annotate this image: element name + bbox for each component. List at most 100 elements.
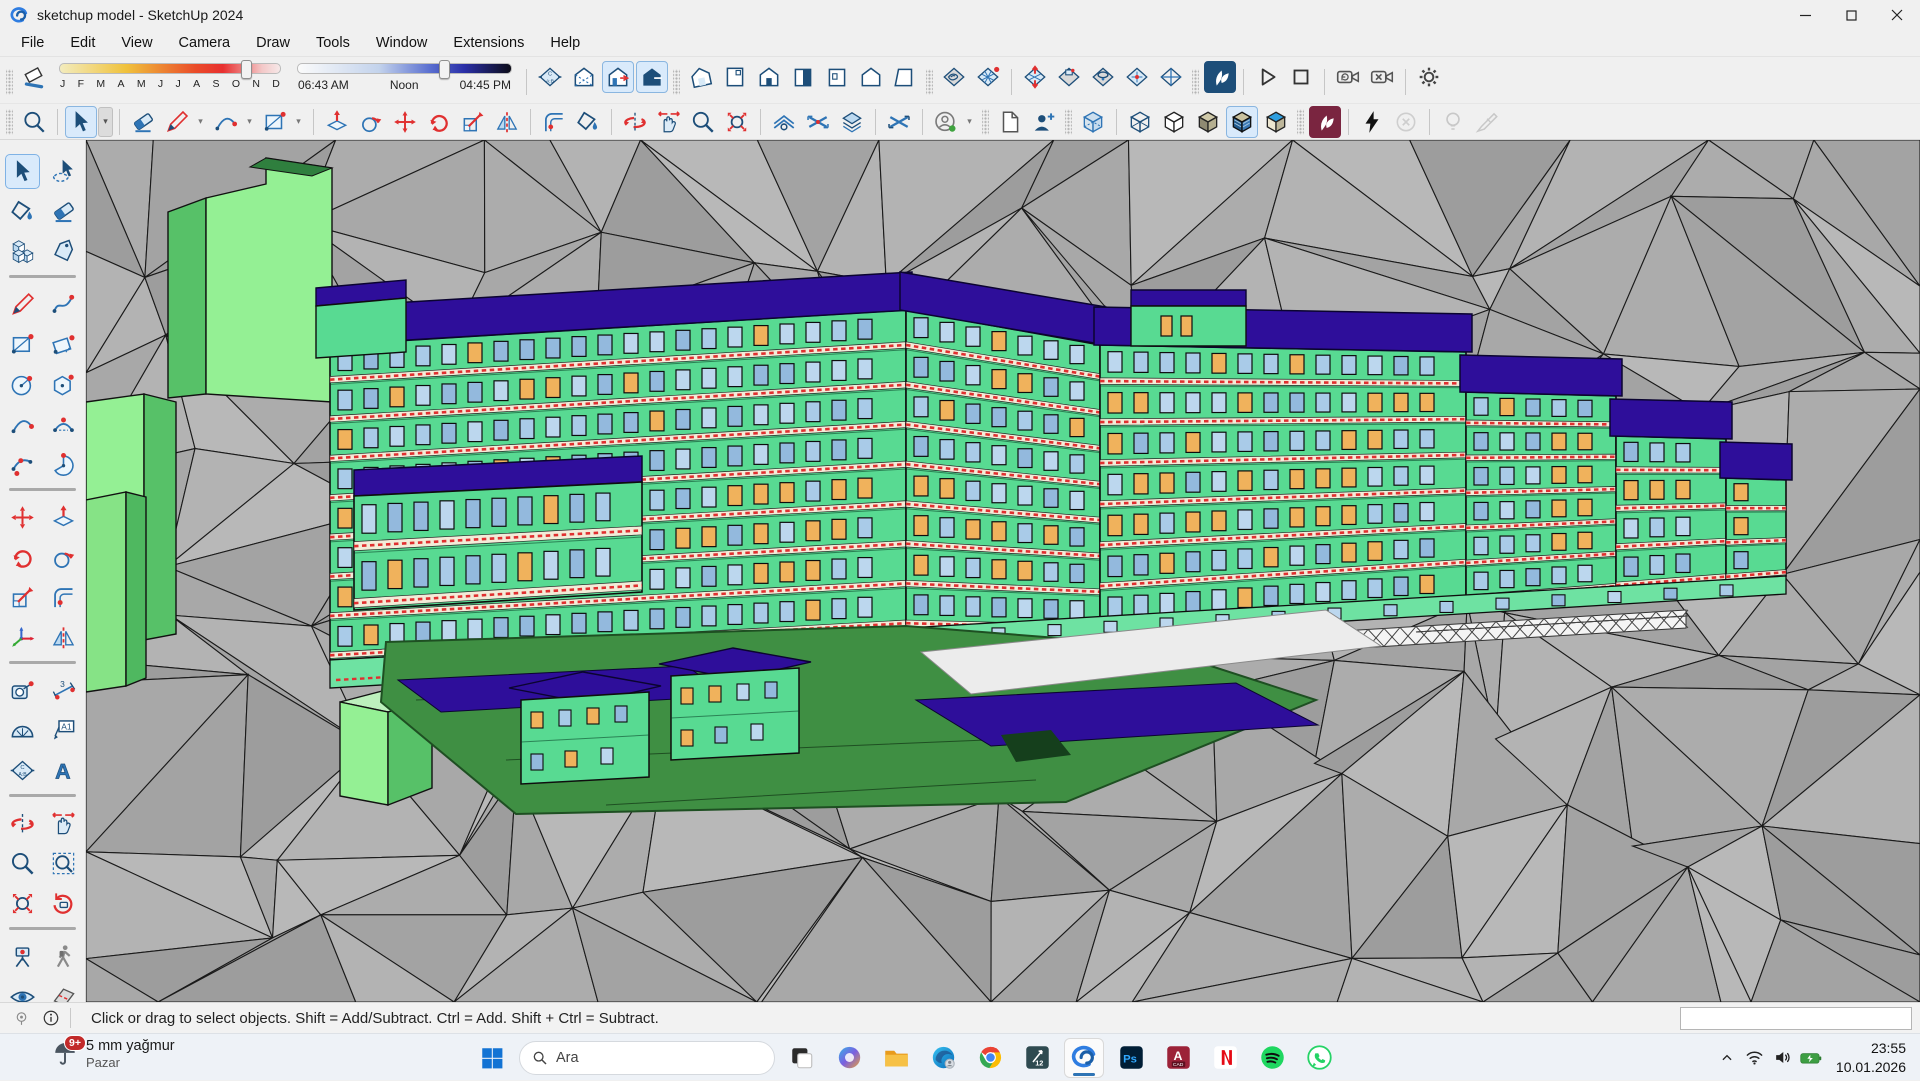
top-view-button[interactable] [719,61,751,93]
geolocation-icon[interactable] [10,1003,32,1033]
new-file-button[interactable] [994,106,1026,138]
taskbar-copilot[interactable] [829,1038,869,1078]
extension-roof-button[interactable] [768,106,800,138]
menu-view[interactable]: View [108,32,165,54]
move-button[interactable] [5,500,40,535]
select-dropdown[interactable]: ▾ [98,107,113,137]
time-slider-handle[interactable] [439,60,450,79]
magnify-button[interactable] [18,106,50,138]
move-button[interactable] [389,106,421,138]
protractor-button[interactable] [5,713,40,748]
select-button[interactable] [5,154,40,189]
polygon-button[interactable] [46,367,81,402]
pan-button[interactable] [653,106,685,138]
position-camera-button[interactable] [5,939,40,974]
taskbar-whatsapp[interactable] [1299,1038,1339,1078]
extension-cross-2-button[interactable] [883,106,915,138]
cube-xray-button[interactable] [1077,106,1109,138]
hidden-icons-chevron[interactable] [1716,1043,1738,1073]
taskbar-spotify[interactable] [1252,1038,1292,1078]
taskbar-sketchup[interactable] [1064,1038,1104,1078]
extension-stack-button[interactable] [836,106,868,138]
push-pull-button[interactable] [46,500,81,535]
cube-monochrome-button[interactable] [1260,106,1292,138]
front-view-button[interactable] [753,61,785,93]
taskbar-clock[interactable]: 23:55 10.01.2026 [1836,1039,1906,1075]
battery-icon[interactable] [1800,1043,1822,1073]
play-button[interactable] [1251,61,1283,93]
iso-view-button[interactable] [685,61,717,93]
paint-bucket-button[interactable] [5,194,40,229]
left-view-button[interactable] [821,61,853,93]
axes-button[interactable] [5,620,40,655]
leaf-tool-blue-button[interactable] [1204,61,1236,93]
taskbar-file-explorer[interactable] [876,1038,916,1078]
menu-draw[interactable]: Draw [243,32,303,54]
wifi-icon[interactable] [1744,1043,1766,1073]
menu-file[interactable]: File [8,32,57,54]
account-avatar-button[interactable] [930,106,962,138]
circle-x-button[interactable] [1390,106,1422,138]
taskbar-photoshop[interactable]: Ps [1111,1038,1151,1078]
leaf-tool-maroon-button[interactable] [1309,106,1341,138]
menu-help[interactable]: Help [537,32,593,54]
taskbar-app-12[interactable]: 12 [1017,1038,1057,1078]
taskbar-autocad[interactable]: ACAD [1158,1038,1198,1078]
offset-button[interactable] [46,580,81,615]
cube-wireframe-button[interactable] [1124,106,1156,138]
line-button[interactable] [5,287,40,322]
maximize-button[interactable] [1828,0,1874,30]
hide-rest-of-model-button[interactable] [602,61,634,93]
xray-house-button[interactable] [568,61,600,93]
components-button[interactable] [5,234,40,269]
zoom-window-button[interactable] [46,846,81,881]
idea-bulb-button[interactable] [1437,106,1469,138]
walk-button[interactable] [46,939,81,974]
taskbar-weather[interactable]: 9+ 5 mm yağmur Pazar [52,1037,175,1071]
offset-button[interactable] [538,106,570,138]
text-button[interactable]: A1 [46,713,81,748]
freehand-button[interactable] [46,287,81,322]
previous-view-button[interactable] [46,886,81,921]
tape-measure-button[interactable] [5,673,40,708]
minimize-button[interactable] [1782,0,1828,30]
three-point-arc-button[interactable] [5,447,40,482]
smoove-button[interactable] [1019,61,1051,93]
tag-button[interactable] [46,234,81,269]
circle-button[interactable] [5,367,40,402]
zoom-button[interactable] [5,846,40,881]
taskbar-chrome[interactable] [970,1038,1010,1078]
menu-window[interactable]: Window [363,32,441,54]
arc-dropdown[interactable]: ▾ [243,107,256,137]
export-animation-button[interactable] [1332,61,1364,93]
cancel-animation-button[interactable] [1366,61,1398,93]
swap-materials-button[interactable]: CA:B [534,61,566,93]
dimension-button[interactable]: 3 [46,673,81,708]
3d-text-button[interactable]: A [46,753,81,788]
push-pull-button[interactable] [321,106,353,138]
stop-button[interactable] [1285,61,1317,93]
measurements-input[interactable] [1680,1007,1912,1030]
rectangle-dropdown[interactable]: ▾ [292,107,305,137]
menu-extensions[interactable]: Extensions [440,32,537,54]
back-view-button[interactable] [855,61,887,93]
scale-button[interactable] [457,106,489,138]
close-button[interactable] [1874,0,1920,30]
look-around-button[interactable] [5,979,40,1002]
swap-materials-button[interactable]: CA:B [5,753,40,788]
flip-button[interactable] [46,620,81,655]
flip-edge-button[interactable] [1155,61,1187,93]
lasso-select-button[interactable] [46,154,81,189]
zoom-extents-button[interactable] [5,886,40,921]
from-contours-button[interactable] [938,61,970,93]
account-dropdown[interactable]: ▾ [963,107,976,137]
select-button[interactable] [65,106,97,138]
pan-button[interactable] [46,806,81,841]
scale-button[interactable] [5,580,40,615]
follow-me-button[interactable] [46,540,81,575]
shadow-date-slider[interactable]: JFMAMJJASOND [59,63,281,90]
pie-button[interactable] [46,447,81,482]
rotated-rectangle-button[interactable] [46,327,81,362]
eraser-button[interactable] [46,194,81,229]
flip-button[interactable] [491,106,523,138]
